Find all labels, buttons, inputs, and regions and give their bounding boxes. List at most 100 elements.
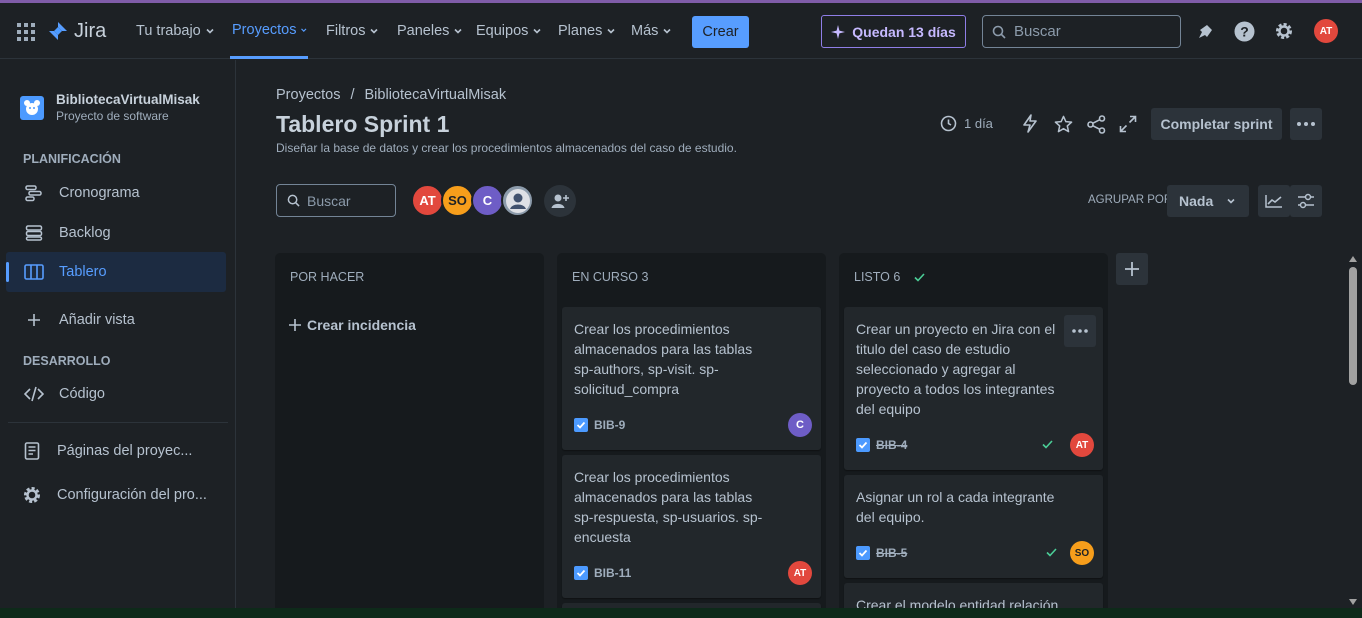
issue-summary: Crear los procedimientos almacenados par… xyxy=(574,321,753,397)
breadcrumb-projects-link[interactable]: Proyectos xyxy=(276,87,340,103)
nav-proyectos[interactable]: Proyectos xyxy=(230,3,308,59)
sidebar-item-cronograma[interactable]: Cronograma xyxy=(6,173,226,213)
sidebar-item-backlog[interactable]: Backlog xyxy=(6,213,226,253)
issue-card[interactable]: Crear los procedimientos almacenados par… xyxy=(562,307,821,450)
scroll-up-icon[interactable] xyxy=(1349,256,1357,262)
unassigned-avatar[interactable] xyxy=(501,184,534,217)
sidebar-item-label: Páginas del proyec... xyxy=(57,443,193,459)
issue-key-row: BIB-5 xyxy=(856,546,907,560)
chevron-down-icon xyxy=(206,28,214,34)
sidebar-item-label: Cronograma xyxy=(59,185,140,201)
help-icon[interactable]: ? xyxy=(1233,20,1255,42)
chevron-down-icon xyxy=(607,28,615,34)
sidebar-item-tablero[interactable]: Tablero xyxy=(6,252,226,292)
user-placeholder-icon xyxy=(505,188,530,213)
column-title-row: LISTO 6 xyxy=(854,270,925,284)
gear-icon xyxy=(20,485,44,505)
app-switcher-icon[interactable] xyxy=(16,22,36,42)
assignee-filter-avatar[interactable]: AT xyxy=(411,184,444,217)
sidebar-item-label: Código xyxy=(59,386,105,402)
sidebar-item-codigo[interactable]: Código xyxy=(6,374,226,414)
nav-tu-trabajo[interactable]: Tu trabajo xyxy=(136,3,215,59)
task-type-icon xyxy=(574,418,588,432)
nav-paneles[interactable]: Paneles xyxy=(397,3,463,59)
add-user-icon xyxy=(551,194,569,208)
view-settings-button[interactable] xyxy=(1290,185,1322,217)
star-icon[interactable] xyxy=(1052,113,1074,135)
nav-label: Filtros xyxy=(326,23,366,39)
issue-key-row: BIB-4 xyxy=(856,438,907,452)
development-section-title: DESARROLLO xyxy=(23,354,111,368)
expand-icon[interactable] xyxy=(1117,113,1139,135)
sidebar-item-project-settings[interactable]: Configuración del pro... xyxy=(6,475,226,515)
automation-lightning-icon[interactable] xyxy=(1020,113,1040,133)
create-button[interactable]: Crear xyxy=(692,16,749,48)
nav-label: Proyectos xyxy=(232,21,297,38)
chevron-down-icon xyxy=(663,28,671,34)
done-check-icon xyxy=(1042,440,1053,449)
jira-icon xyxy=(49,22,67,40)
complete-sprint-button[interactable]: Completar sprint xyxy=(1151,108,1282,140)
add-column-button[interactable] xyxy=(1116,253,1148,285)
time-left-label: 1 día xyxy=(964,116,993,131)
jira-logo[interactable]: Jira xyxy=(48,3,106,59)
assignee-avatar[interactable]: SO xyxy=(1070,541,1094,565)
backlog-icon xyxy=(22,224,46,242)
share-icon[interactable] xyxy=(1085,113,1107,135)
issue-key[interactable]: BIB-5 xyxy=(876,546,907,560)
page-title: Tablero Sprint 1 xyxy=(276,111,450,137)
assignee-avatar[interactable]: AT xyxy=(788,561,812,585)
chevron-down-icon xyxy=(370,28,379,34)
issue-key[interactable]: BIB-4 xyxy=(876,438,907,452)
global-search-input[interactable]: Buscar xyxy=(982,15,1181,48)
group-by-select[interactable]: Nada xyxy=(1167,185,1249,217)
nav-mas[interactable]: Más xyxy=(631,3,672,59)
breadcrumb-separator: / xyxy=(350,87,355,103)
sidebar-item-label: Backlog xyxy=(59,225,111,241)
svg-text:?: ? xyxy=(1240,23,1249,39)
issue-card[interactable]: Crear un proyecto en Jira con el titulo … xyxy=(844,307,1103,470)
chevron-down-icon xyxy=(1227,198,1235,204)
issue-key[interactable]: BIB-9 xyxy=(594,418,625,432)
project-logo-icon xyxy=(24,100,40,115)
notifications-icon[interactable] xyxy=(1194,21,1216,43)
add-view-button[interactable]: Añadir vista xyxy=(6,300,226,340)
user-avatar[interactable]: AT xyxy=(1314,19,1338,43)
add-people-button[interactable] xyxy=(544,185,576,217)
issue-card[interactable]: Crear los procedimientos almacenados par… xyxy=(562,455,821,598)
issue-card[interactable]: Asignar un rol a cada integrante del equ… xyxy=(844,475,1103,578)
breadcrumb-project-link[interactable]: BibliotecaVirtualMisak xyxy=(365,87,507,103)
card-more-button[interactable] xyxy=(1064,315,1096,347)
create-issue-button[interactable]: Crear incidencia xyxy=(289,317,416,333)
sprint-time-remaining[interactable]: 1 día xyxy=(940,115,993,132)
breadcrumb: Proyectos / BibliotecaVirtualMisak xyxy=(276,87,506,103)
insights-button[interactable] xyxy=(1258,185,1290,217)
assignee-filter-avatar[interactable]: SO xyxy=(441,184,474,217)
board-search-input[interactable]: Buscar xyxy=(276,184,396,217)
scroll-down-icon[interactable] xyxy=(1349,599,1357,605)
nav-label: Paneles xyxy=(397,23,450,39)
sidebar-item-project-pages[interactable]: Páginas del proyec... xyxy=(6,431,226,471)
clock-icon xyxy=(940,115,957,132)
assignee-avatar[interactable]: C xyxy=(788,413,812,437)
timeline-icon xyxy=(22,184,46,202)
search-icon xyxy=(287,194,300,207)
assignee-avatar[interactable]: AT xyxy=(1070,433,1094,457)
task-type-icon xyxy=(856,546,870,560)
board-column-todo: POR HACER Crear incidencia xyxy=(275,253,544,618)
assignee-filter-avatar[interactable]: C xyxy=(471,184,504,217)
nav-equipos[interactable]: Equipos xyxy=(476,3,542,59)
trial-button[interactable]: Quedan 13 días xyxy=(821,15,966,48)
board-icon xyxy=(22,264,46,280)
nav-filtros[interactable]: Filtros xyxy=(326,3,379,59)
scrollbar-thumb[interactable] xyxy=(1349,267,1357,385)
board-scrollbar[interactable] xyxy=(1345,253,1361,609)
settings-gear-icon[interactable] xyxy=(1273,20,1295,42)
task-type-icon xyxy=(856,438,870,452)
nav-planes[interactable]: Planes xyxy=(558,3,616,59)
more-actions-button[interactable] xyxy=(1290,108,1322,140)
nav-label: Planes xyxy=(558,23,603,39)
column-title: LISTO 6 xyxy=(854,270,901,284)
issue-key[interactable]: BIB-11 xyxy=(594,566,631,580)
project-name[interactable]: BibliotecaVirtualMisak xyxy=(56,92,200,107)
